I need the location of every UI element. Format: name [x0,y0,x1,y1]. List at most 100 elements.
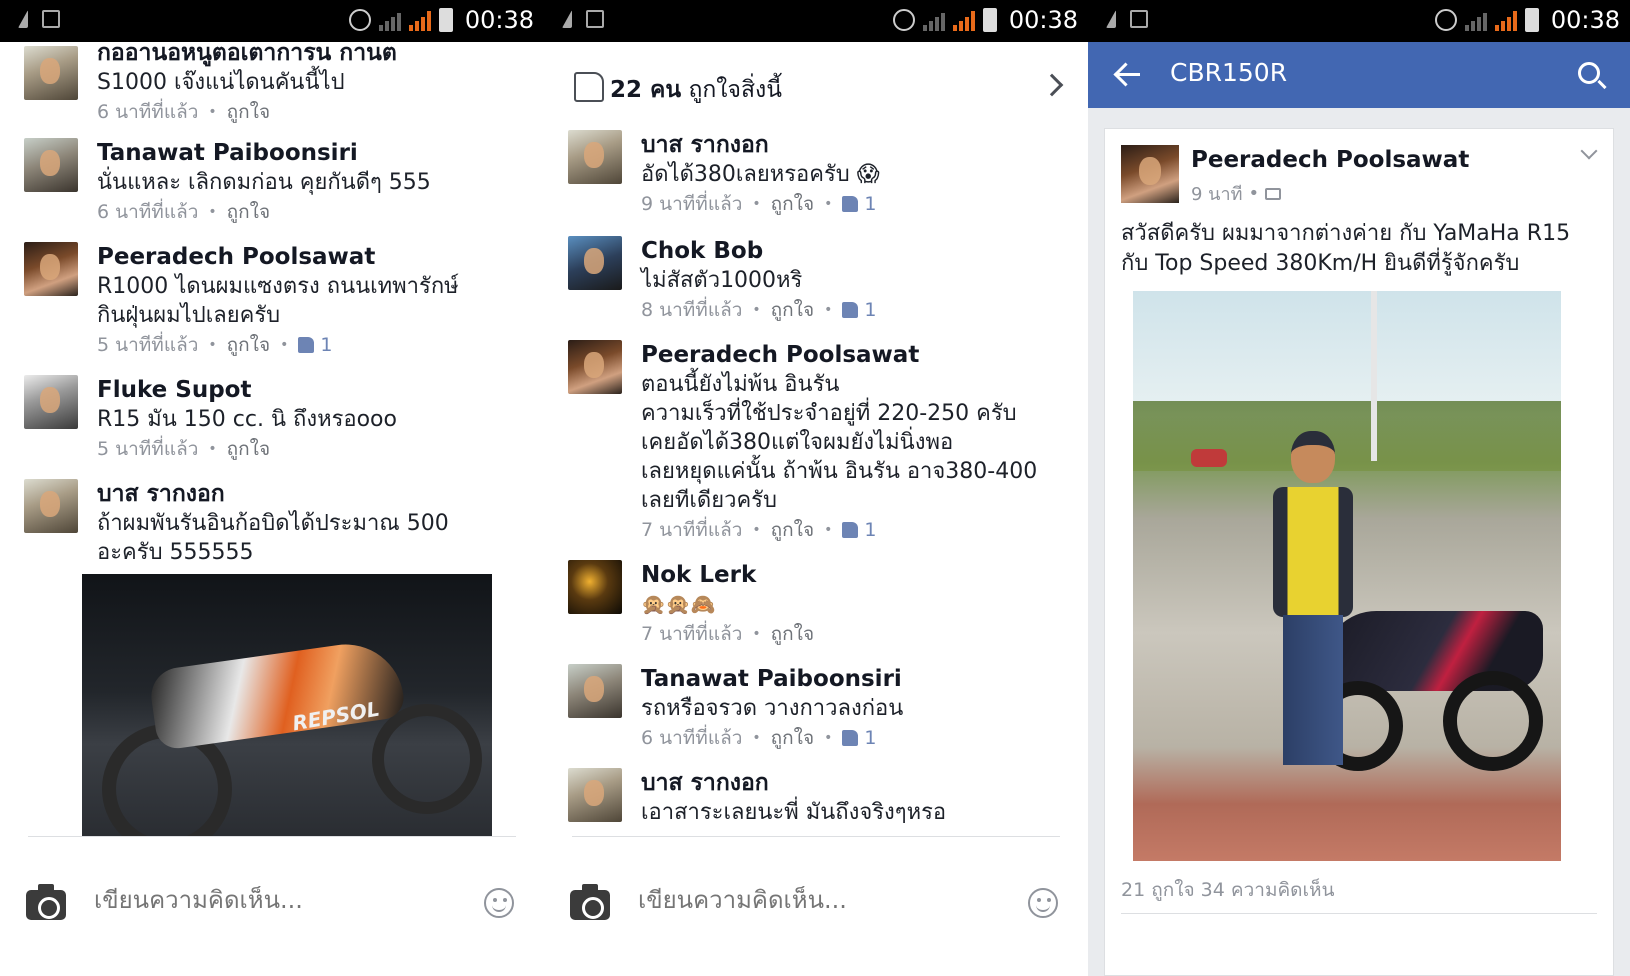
comment-composer [0,870,544,936]
post-time[interactable]: 9 นาที [1191,179,1242,208]
comment-meta: 9 นาทีที่แล้ว • ถูกใจ • 1 [641,189,1068,219]
comment-time: 6 นาทีที่แล้ว [97,201,199,223]
like-count[interactable]: 1 [298,330,332,360]
avatar[interactable] [568,340,622,394]
comment-text: R1000 ไดนผมแซงตรง ถนนเทพารักษ์ กินฝุ่นผมไ… [97,274,459,328]
comment-time: 7 นาทีที่แล้ว [641,623,743,645]
avatar[interactable] [24,479,78,533]
divider [1121,913,1597,914]
comment-input[interactable] [94,886,434,914]
post-text: สวัสดีครับ ผมมาจากต่างค่าย กับ YaMaHa R1… [1121,221,1571,276]
battery-icon [438,8,453,32]
like-count[interactable]: 1 [842,723,876,753]
app-bar: CBR150R [1088,42,1630,108]
signal-icon [1464,9,1487,31]
like-thumb-icon [842,196,859,212]
avatar[interactable] [24,375,78,429]
like-link[interactable]: ถูกใจ [227,330,270,360]
comment-text: อัดได้380เลยหรอครับ 😱 [641,162,880,187]
search-icon[interactable] [1578,62,1600,84]
avatar[interactable] [568,664,622,718]
like-link[interactable]: ถูกใจ [771,619,814,649]
like-link[interactable]: ถูกใจ [771,189,814,219]
like-thumb-icon [842,730,859,746]
comment-composer [544,870,1088,936]
comment-time: 7 นาทีที่แล้ว [641,519,743,541]
avatar[interactable] [568,768,622,822]
post-author[interactable]: Peeradech Poolsawat [1191,147,1469,173]
signal-hplus-icon [408,9,431,31]
camera-icon[interactable] [570,884,610,920]
avatar[interactable] [1121,145,1179,203]
avatar[interactable] [24,46,78,100]
like-link[interactable]: ถูกใจ [227,197,270,227]
like-link[interactable]: ถูกใจ [227,434,270,464]
comment-meta: 7 นาทีที่แล้ว • ถูกใจ • 1 [641,515,1068,545]
page-title: CBR150R [1170,58,1288,87]
comment-author[interactable]: Fluke Supot [97,375,524,405]
status-bar: 00:38 [544,0,1088,42]
comment-time: 5 นาทีที่แล้ว [97,334,199,356]
like-count[interactable]: 1 [842,515,876,545]
comment-text: ถ้าผมพันรันอินก้อบิดได้ประมาณ 500 อะครับ … [97,511,449,565]
comment-text: ตอนนี้ยังไม่พ้น อินรัน ความเร็วที่ใช้ประ… [641,372,1038,513]
comment-author[interactable]: Nok Lerk [641,560,1068,590]
like-thumb-icon [842,302,859,318]
comment-time: 8 นาทีที่แล้ว [641,299,743,321]
comment-author[interactable]: Chok Bob [641,236,1068,266]
avatar[interactable] [568,560,622,614]
comment-meta: 5 นาทีที่แล้ว • ถูกใจ • 1 [97,330,524,360]
like-count[interactable]: 1 [842,295,876,325]
status-clock: 00:38 [464,6,534,34]
avatar[interactable] [24,242,78,296]
comment-time: 6 นาทีที่แล้ว [641,727,743,749]
signal-hplus-icon [1494,9,1517,31]
comment-time: 6 นาทีที่แล้ว [97,101,199,123]
alarm-icon [348,9,371,31]
sticker-icon[interactable] [484,888,514,918]
post-stats[interactable]: 21 ถูกใจ 34 ความคิดเห็น [1121,875,1335,905]
avatar[interactable] [568,236,622,290]
sticker-icon[interactable] [1028,888,1058,918]
comment-text: ไม่สัสตัว1000หริ [641,268,803,293]
signal-status-icon [562,10,572,28]
comments-panel-1: 00:38 กออานอหนูตอเตาการน กานต S1000 เจ๊ง… [0,0,544,976]
battery-icon [982,8,997,32]
comment-text: นั่นแหละ เลิกดมก่อน คุยกันดีๆ 555 [97,170,431,195]
comment-author[interactable]: Tanawat Paiboonsiri [641,664,1068,694]
like-link[interactable]: ถูกใจ [771,515,814,545]
like-count[interactable]: 1 [842,189,876,219]
comment-author[interactable]: กออานอหนูตอเตาการน กานต [97,42,524,68]
post-photo[interactable] [1133,291,1561,861]
image-notification-icon [42,10,60,28]
comment-text: เอาสาระเลยนะพี่ มันถึงจริงๆหรอ [641,800,947,825]
like-link[interactable]: ถูกใจ [771,295,814,325]
comment-meta: 6 นาทีที่แล้ว • ถูกใจ [97,97,524,127]
status-clock: 00:38 [1008,6,1078,34]
signal-status-icon [1106,10,1116,28]
like-link[interactable]: ถูกใจ [771,723,814,753]
divider [28,836,516,837]
comment-author[interactable]: บาส รากงอก [641,130,1068,160]
comment-author[interactable]: Peeradech Poolsawat [97,242,524,272]
comment-meta: 6 นาทีที่แล้ว • ถูกใจ [97,197,524,227]
comment-input[interactable] [638,886,978,914]
comment-photo[interactable]: REPSOL [82,574,492,836]
back-arrow-icon[interactable] [1114,62,1142,86]
comment-author[interactable]: บาส รากงอก [97,479,524,509]
signal-icon [378,9,401,31]
post-card: Peeradech Poolsawat 9 นาที • สวัสดีครับ ผ… [1104,128,1614,976]
like-thumb-icon [842,522,859,538]
avatar[interactable] [24,138,78,192]
comment-list: บาส รากงอก อัดได้380เลยหรอครับ 😱 9 นาทีท… [544,128,1088,836]
comment-author[interactable]: Tanawat Paiboonsiri [97,138,524,168]
chevron-down-icon[interactable] [1580,142,1598,160]
likes-summary[interactable]: 22 คน ถูกใจสิ่งนี้ [544,42,1088,134]
comment-author[interactable]: บาส รากงอก [641,768,1068,798]
likes-count: 22 คน [610,77,682,103]
like-link[interactable]: ถูกใจ [227,97,270,127]
signal-icon [922,9,945,31]
camera-icon[interactable] [26,884,66,920]
avatar[interactable] [568,130,622,184]
comment-author[interactable]: Peeradech Poolsawat [641,340,1068,370]
